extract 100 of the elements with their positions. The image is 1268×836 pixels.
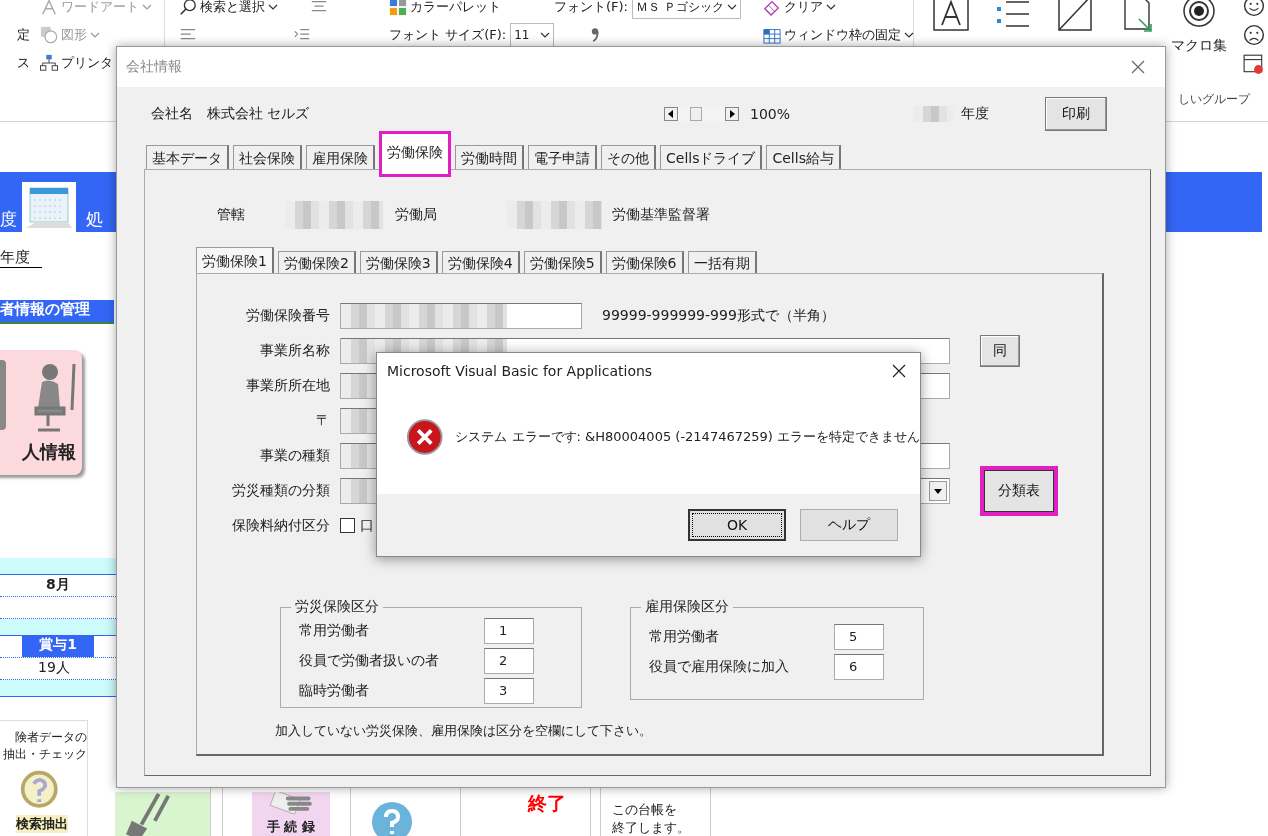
zoom-scrollbar[interactable] — [664, 107, 739, 121]
window-record-icon[interactable] — [1243, 53, 1265, 75]
tab[interactable]: 労働保険5 — [523, 251, 602, 273]
note-text: 加入していない労災保険、雇用保険は区分を空欄にして下さい。 — [275, 722, 653, 740]
clear-button[interactable]: クリア — [763, 0, 836, 16]
jurisdiction-label: 管轄 — [217, 206, 245, 224]
year-label: 年度 — [0, 248, 42, 268]
field-label: 労災種類の分類 — [231, 481, 330, 500]
calendar-icon[interactable] — [22, 182, 76, 232]
chevron-icon — [826, 4, 836, 10]
slanted-a-icon — [40, 0, 58, 16]
section-header: 者情報の管理 — [0, 300, 114, 324]
comma-icon[interactable] — [590, 26, 600, 44]
input-field[interactable] — [340, 302, 582, 329]
slashed-square-icon — [1055, 0, 1095, 33]
tab[interactable]: 労働保険1 — [196, 247, 274, 273]
input-field[interactable]: 6 — [834, 654, 884, 680]
group-title: 雇用保険区分 — [644, 598, 730, 616]
sad-face-icon[interactable] — [1243, 24, 1265, 46]
smiley-icon[interactable] — [1243, 0, 1265, 17]
tile-caption: 手 続 録 — [266, 818, 316, 836]
chevron-icon — [540, 32, 550, 38]
input-field[interactable]: 3 — [484, 678, 534, 704]
input-field[interactable]: 5 — [834, 624, 884, 650]
field-label: 保険料納付区分 — [231, 516, 330, 535]
scroll-thumb[interactable] — [690, 107, 702, 121]
count-cell: 19人 — [38, 659, 70, 677]
tab[interactable]: 労働保険4 — [441, 251, 520, 273]
font-size-dropdown[interactable]: 11 — [510, 23, 554, 47]
tab[interactable]: Cells給与 — [766, 145, 841, 169]
font-dropdown[interactable]: ＭＳ Ｐゴシック — [632, 0, 741, 19]
tab[interactable]: 基本データ — [146, 145, 229, 169]
checkbox[interactable] — [340, 518, 355, 533]
field-label: 常用労働者 — [299, 622, 370, 640]
form-button[interactable]: 同 — [980, 334, 1020, 367]
banner-text: 度 — [0, 208, 17, 231]
field-label: 〒 — [315, 411, 330, 430]
print-button[interactable]: 印刷 — [1045, 97, 1108, 131]
color-squares-icon — [389, 0, 407, 16]
field-label: 事業所名称 — [259, 341, 330, 360]
search-button[interactable]: 検索と選択 — [179, 0, 278, 16]
tab[interactable]: 一括有期 — [687, 251, 757, 273]
tab[interactable]: Cellsドライブ — [660, 145, 763, 169]
tile-caption: 人情報 — [22, 440, 77, 464]
tab[interactable]: 労働保険 — [379, 131, 451, 177]
tab[interactable]: 雇用保険 — [306, 145, 375, 169]
error-icon — [406, 417, 444, 456]
year-label: 年度 — [961, 105, 990, 123]
font-size-label: フォント サイズ(F): — [389, 26, 507, 44]
zoom-value: 100% — [750, 106, 791, 122]
chevron-icon — [726, 4, 737, 10]
chevron-icon — [90, 32, 100, 38]
personal-info-tile[interactable]: 人情報 — [0, 350, 82, 475]
ribbon-button[interactable]: マクロ集 — [1170, 0, 1228, 55]
close-icon[interactable] — [892, 364, 906, 378]
search-tile[interactable]: 険者データの 抽出・チェック 検索抽出 — [0, 720, 88, 836]
field-label: 事業の種類 — [259, 446, 330, 465]
form-button[interactable]: 分類表 — [980, 465, 1058, 516]
end-label[interactable]: 終了 — [528, 791, 566, 817]
end-description: 終了します。 — [612, 819, 690, 836]
input-field[interactable]: 2 — [484, 648, 534, 674]
procedure-tile[interactable]: 手 続 録 — [252, 792, 330, 836]
tab[interactable]: 労働保険3 — [359, 251, 438, 273]
scroll-right-icon[interactable] — [725, 107, 739, 121]
grid-icon — [763, 26, 781, 44]
dialog-button[interactable]: ヘルプ — [800, 509, 898, 541]
company-label: 会社名 — [151, 105, 193, 123]
freeze-panes-button[interactable]: ウィンドウ枠の固定 — [763, 26, 914, 44]
field-label: 役員で労働者扱いの者 — [299, 652, 440, 670]
palette-button[interactable]: カラーパレット — [389, 0, 501, 16]
bonus-header-cell: 賞与1 — [22, 636, 94, 657]
tab[interactable]: 労働保険6 — [605, 251, 684, 273]
month-cell: 8月 — [46, 576, 70, 594]
company-name: 株式会社 セルズ — [207, 105, 310, 123]
redacted-block — [913, 106, 954, 122]
end-description: この台帳を — [612, 801, 678, 819]
tab[interactable]: 社会保険 — [233, 145, 302, 169]
dialog-button[interactable]: OK — [688, 509, 786, 541]
tab[interactable]: 労働保険2 — [277, 251, 356, 273]
scroll-left-icon[interactable] — [664, 107, 678, 121]
window-title: 会社情報 — [126, 58, 182, 76]
field-label: 役員で雇用保険に加入 — [649, 658, 790, 676]
tab[interactable]: 労働時間 — [455, 145, 524, 169]
checkbox-label: 口 — [360, 516, 374, 535]
field-label: 労働保険番号 — [245, 306, 330, 325]
ribbon-button[interactable]: プリンタ — [40, 54, 113, 72]
dialog-title: Microsoft Visual Basic for Applications — [387, 363, 653, 379]
tile-text: 抽出・チェック — [3, 746, 87, 763]
tab[interactable]: 電子申請 — [528, 145, 597, 169]
ribbon-group-label: しいグループ — [1178, 91, 1250, 108]
ribbon-label[interactable]: 定 — [17, 26, 30, 44]
tool-tile[interactable] — [115, 792, 210, 836]
tab[interactable]: その他 — [601, 145, 656, 169]
input-field[interactable]: 1 — [484, 618, 534, 644]
bureau-label: 労働局 — [395, 206, 437, 224]
chevron-icon — [142, 4, 152, 10]
ribbon-label[interactable]: ス — [17, 54, 30, 72]
font-label: フォント(F): — [554, 0, 628, 16]
square-circle-icon — [40, 26, 58, 44]
field-label: 臨時労働者 — [299, 682, 370, 700]
